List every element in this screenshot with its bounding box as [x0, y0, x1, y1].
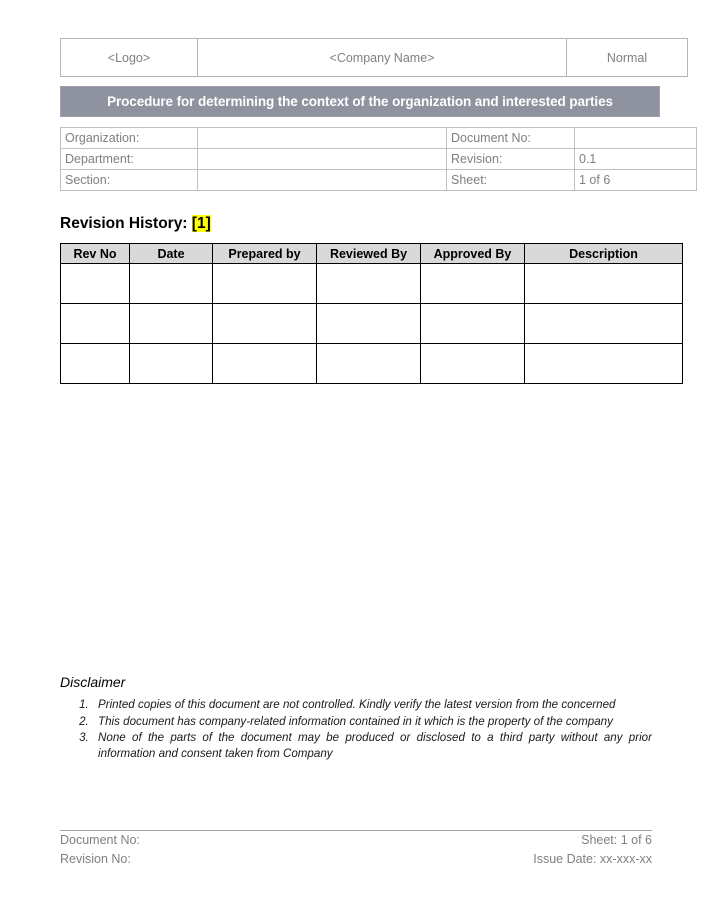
document-no-label: Document No: [446, 127, 575, 149]
classification-cell[interactable]: Normal [566, 38, 688, 77]
cell-date[interactable] [129, 343, 213, 384]
cell-approved-by[interactable] [420, 303, 525, 344]
revision-history-heading-text: Revision History: [60, 215, 188, 232]
table-row: Organization: Document No: [60, 127, 697, 149]
column-header-description: Description [524, 243, 683, 264]
disclaimer-list: Printed copies of this document are not … [60, 697, 652, 761]
cell-rev-no[interactable] [60, 303, 130, 344]
cell-description[interactable] [524, 303, 683, 344]
logo-cell[interactable]: <Logo> [60, 38, 198, 77]
table-row: Section: Sheet: 1 of 6 [60, 169, 697, 191]
list-item: None of the parts of the document may be… [92, 730, 652, 761]
section-value[interactable] [197, 169, 447, 191]
footer-document-no: Document No: [60, 833, 140, 847]
table-row [60, 263, 683, 304]
department-label: Department: [60, 148, 198, 170]
table-row: Department: Revision: 0.1 [60, 148, 697, 170]
header-row: <Logo> <Company Name> Normal [60, 38, 688, 77]
organization-label: Organization: [60, 127, 198, 149]
cell-rev-no[interactable] [60, 263, 130, 304]
cell-approved-by[interactable] [420, 343, 525, 384]
list-item: Printed copies of this document are not … [92, 697, 652, 713]
cell-reviewed-by[interactable] [316, 343, 421, 384]
cell-approved-by[interactable] [420, 263, 525, 304]
footer-row-bottom: Revision No: Issue Date: xx-xxx-xx [60, 850, 652, 869]
department-value[interactable] [197, 148, 447, 170]
footer-issue-date: Issue Date: xx-xxx-xx [533, 852, 652, 866]
revision-value[interactable]: 0.1 [574, 148, 697, 170]
organization-value[interactable] [197, 127, 447, 149]
column-header-rev-no: Rev No [60, 243, 130, 264]
list-item: This document has company-related inform… [92, 714, 652, 730]
table-row [60, 303, 683, 344]
sheet-label: Sheet: [446, 169, 575, 191]
document-info-table: Organization: Document No: Department: R… [60, 127, 697, 191]
document-page: <Logo> <Company Name> Normal Procedure f… [60, 38, 697, 384]
document-title-banner: Procedure for determining the context of… [60, 86, 660, 117]
cell-description[interactable] [524, 343, 683, 384]
cell-rev-no[interactable] [60, 343, 130, 384]
sheet-value[interactable]: 1 of 6 [574, 169, 697, 191]
column-header-approved-by: Approved By [420, 243, 525, 264]
footer-revision-no: Revision No: [60, 852, 131, 866]
cell-description[interactable] [524, 263, 683, 304]
cell-date[interactable] [129, 303, 213, 344]
page-footer: Document No: Sheet: 1 of 6 Revision No: … [60, 830, 652, 869]
revision-label: Revision: [446, 148, 575, 170]
cell-prepared-by[interactable] [212, 303, 317, 344]
cell-date[interactable] [129, 263, 213, 304]
revision-history-table: Rev No Date Prepared by Reviewed By Appr… [60, 243, 683, 384]
revision-history-marker: [1] [191, 215, 211, 232]
footer-row-top: Document No: Sheet: 1 of 6 [60, 831, 652, 850]
cell-prepared-by[interactable] [212, 343, 317, 384]
document-header-table: <Logo> <Company Name> Normal [60, 38, 688, 77]
company-name-cell[interactable]: <Company Name> [197, 38, 567, 77]
revision-history-header-row: Rev No Date Prepared by Reviewed By Appr… [60, 243, 683, 264]
column-header-date: Date [129, 243, 213, 264]
disclaimer-title: Disclaimer [60, 674, 126, 690]
footer-sheet: Sheet: 1 of 6 [581, 833, 652, 847]
cell-reviewed-by[interactable] [316, 303, 421, 344]
column-header-reviewed-by: Reviewed By [316, 243, 421, 264]
cell-prepared-by[interactable] [212, 263, 317, 304]
revision-history-heading: Revision History: [1] [60, 215, 660, 233]
disclaimer-section: Disclaimer Printed copies of this docume… [60, 674, 652, 762]
column-header-prepared-by: Prepared by [212, 243, 317, 264]
cell-reviewed-by[interactable] [316, 263, 421, 304]
table-row [60, 343, 683, 384]
document-no-value[interactable] [574, 127, 697, 149]
section-label: Section: [60, 169, 198, 191]
